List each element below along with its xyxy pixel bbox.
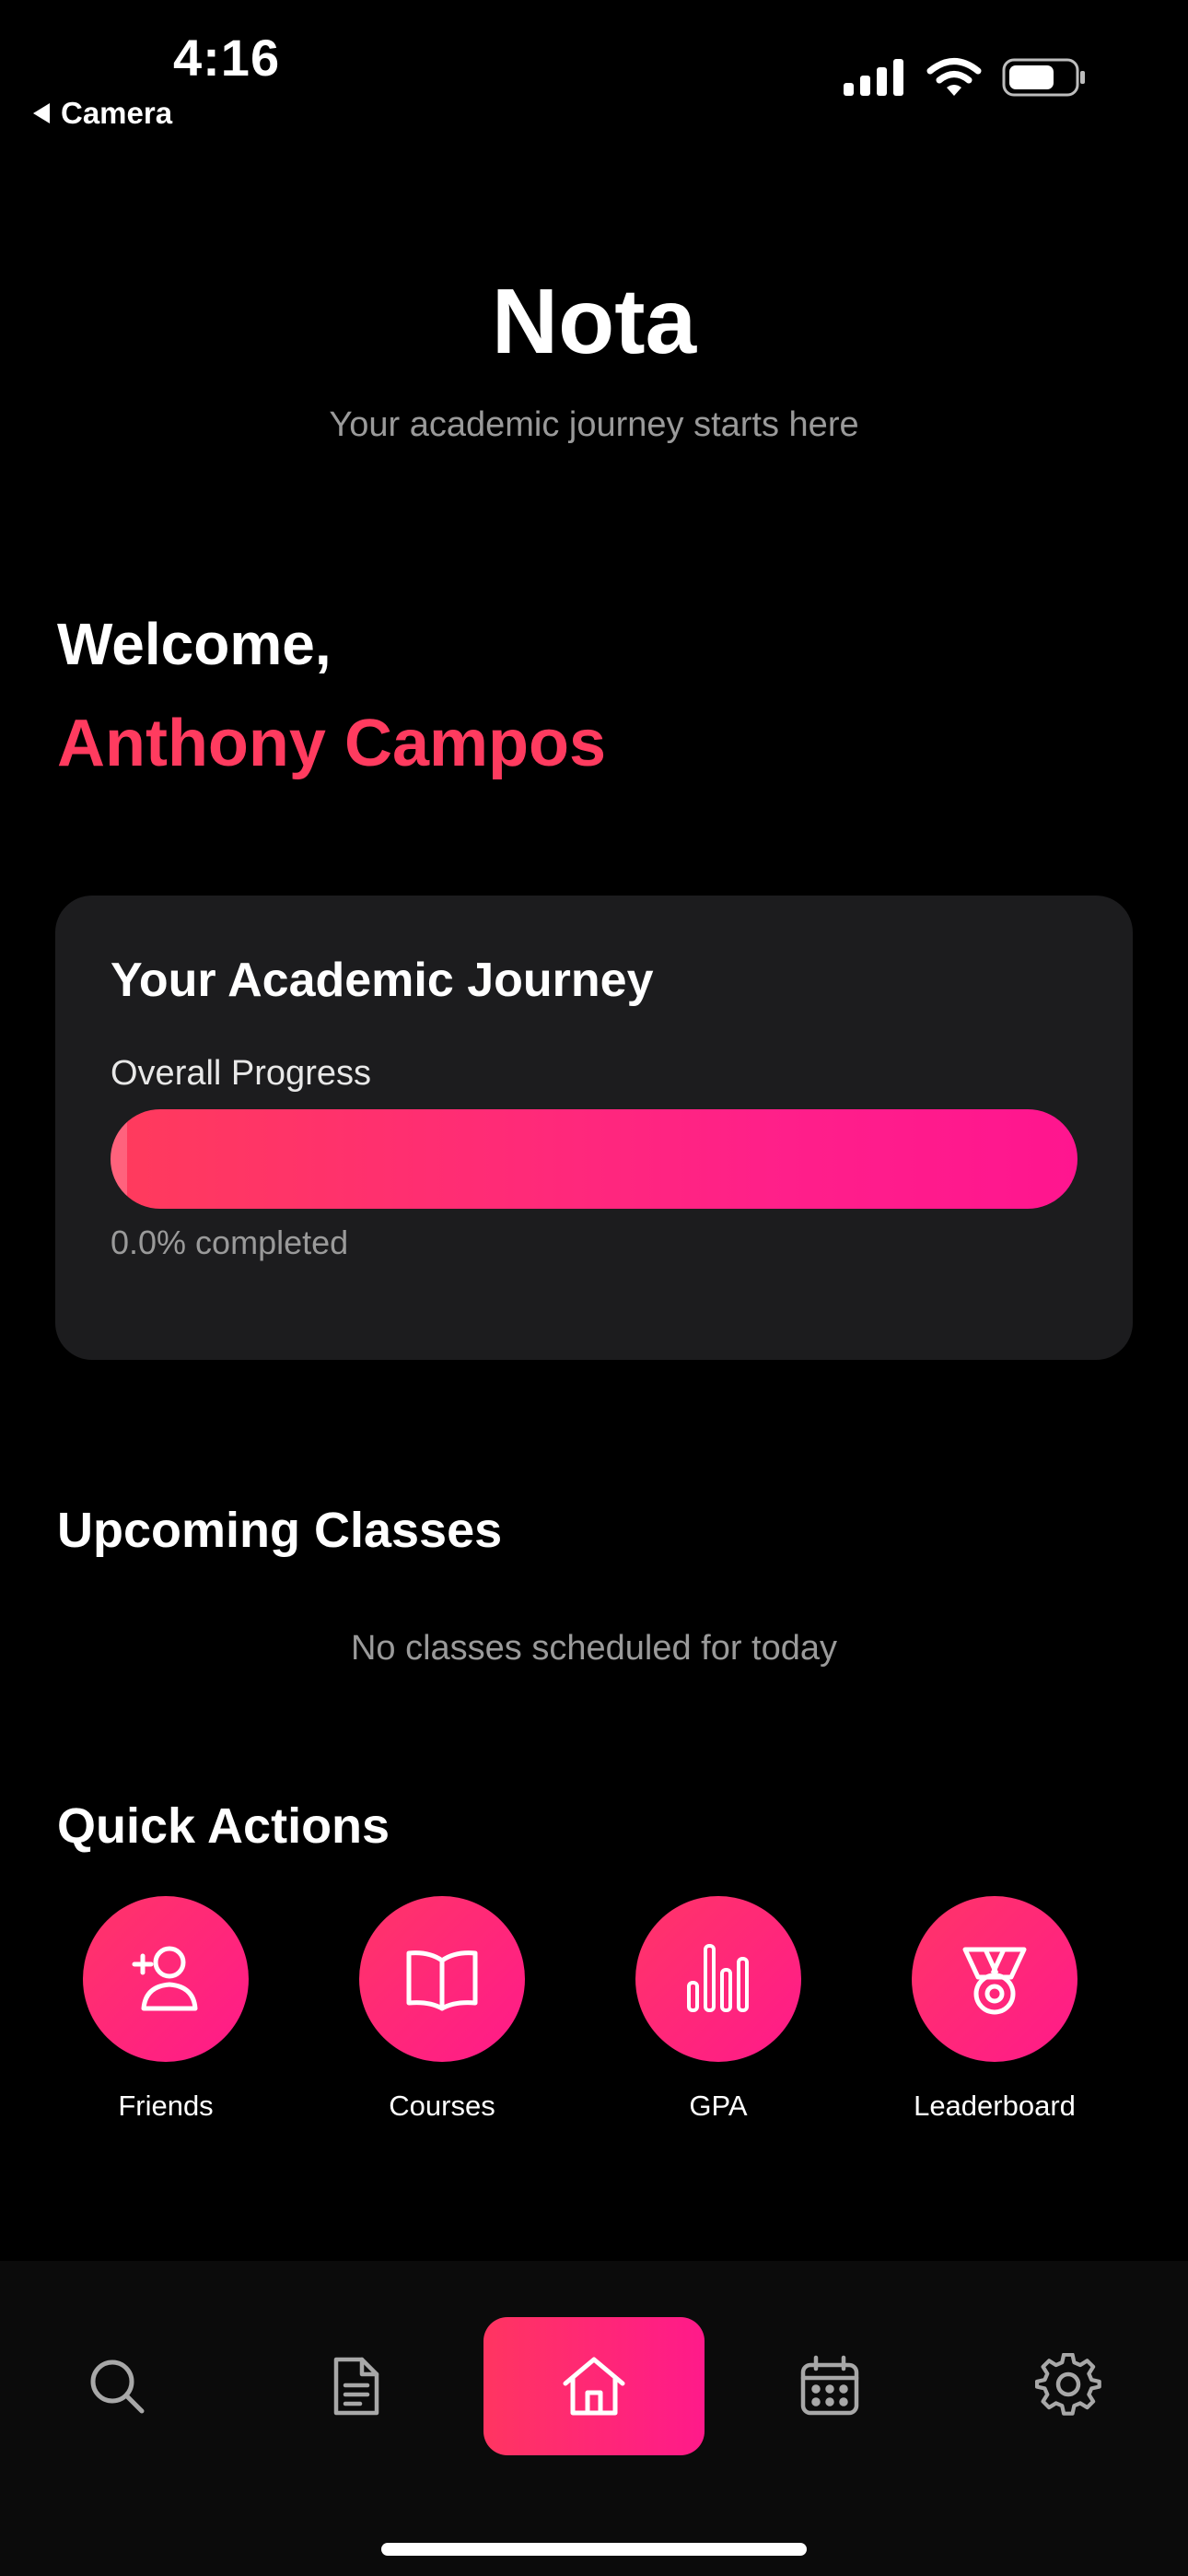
home-icon xyxy=(563,2357,625,2416)
nav-calendar[interactable] xyxy=(719,2317,940,2455)
no-classes-message: No classes scheduled for today xyxy=(350,1629,838,1668)
card-title: Your Academic Journey xyxy=(111,954,654,1007)
settings-gear-icon xyxy=(1035,2353,1101,2416)
quick-action-friends[interactable]: Friends xyxy=(46,1896,285,2123)
nav-home[interactable] xyxy=(483,2317,705,2455)
status-icons xyxy=(842,57,1087,98)
bottom-nav xyxy=(0,2261,1188,2576)
quick-actions-title: Quick Actions xyxy=(57,1798,390,1854)
nav-settings[interactable] xyxy=(958,2317,1179,2455)
courses-button[interactable] xyxy=(359,1896,525,2062)
progress-text: 0.0% completed xyxy=(111,1224,349,1261)
add-friend-icon xyxy=(132,1946,198,2011)
quick-action-gpa[interactable]: GPA xyxy=(599,1896,838,2123)
nav-search[interactable] xyxy=(6,2317,227,2455)
progress-label: Overall Progress xyxy=(111,1054,371,1093)
leaderboard-label: Leaderboard xyxy=(914,2090,1076,2122)
medal-icon xyxy=(962,1947,1027,2015)
leaderboard-button[interactable] xyxy=(912,1896,1077,2062)
open-book-icon xyxy=(406,1950,478,2011)
friends-button[interactable] xyxy=(83,1896,249,2062)
friends-label: Friends xyxy=(118,2090,214,2122)
welcome-greeting: Welcome, xyxy=(57,611,332,677)
quick-action-courses[interactable]: Courses xyxy=(322,1896,562,2123)
quick-action-leaderboard[interactable]: Leaderboard xyxy=(875,1896,1114,2123)
nav-documents[interactable] xyxy=(245,2317,466,2455)
back-to-camera-link[interactable]: Camera xyxy=(33,96,172,131)
bar-chart-icon xyxy=(687,1944,749,2012)
app-subtitle: Your academic journey starts here xyxy=(329,405,859,444)
search-icon xyxy=(90,2359,145,2414)
back-label: Camera xyxy=(61,96,173,130)
wifi-icon xyxy=(926,58,982,96)
home-indicator xyxy=(381,2543,807,2556)
status-time: 4:16 xyxy=(173,29,281,87)
progress-bar xyxy=(111,1109,1077,1209)
courses-label: Courses xyxy=(389,2090,495,2122)
upcoming-classes-title: Upcoming Classes xyxy=(57,1503,503,1558)
gpa-button[interactable] xyxy=(635,1896,801,2062)
battery-icon xyxy=(1002,58,1085,97)
back-arrow-icon xyxy=(33,103,50,123)
cellular-signal-icon xyxy=(844,59,903,96)
gpa-label: GPA xyxy=(689,2090,748,2122)
user-name: Anthony Campos xyxy=(57,707,607,780)
app-title: Nota xyxy=(491,270,697,373)
calendar-icon xyxy=(800,2355,859,2416)
progress-bar-fill xyxy=(111,1109,127,1209)
document-icon xyxy=(333,2357,379,2416)
academic-journey-card: Your Academic Journey Overall Progress 0… xyxy=(55,896,1133,1360)
